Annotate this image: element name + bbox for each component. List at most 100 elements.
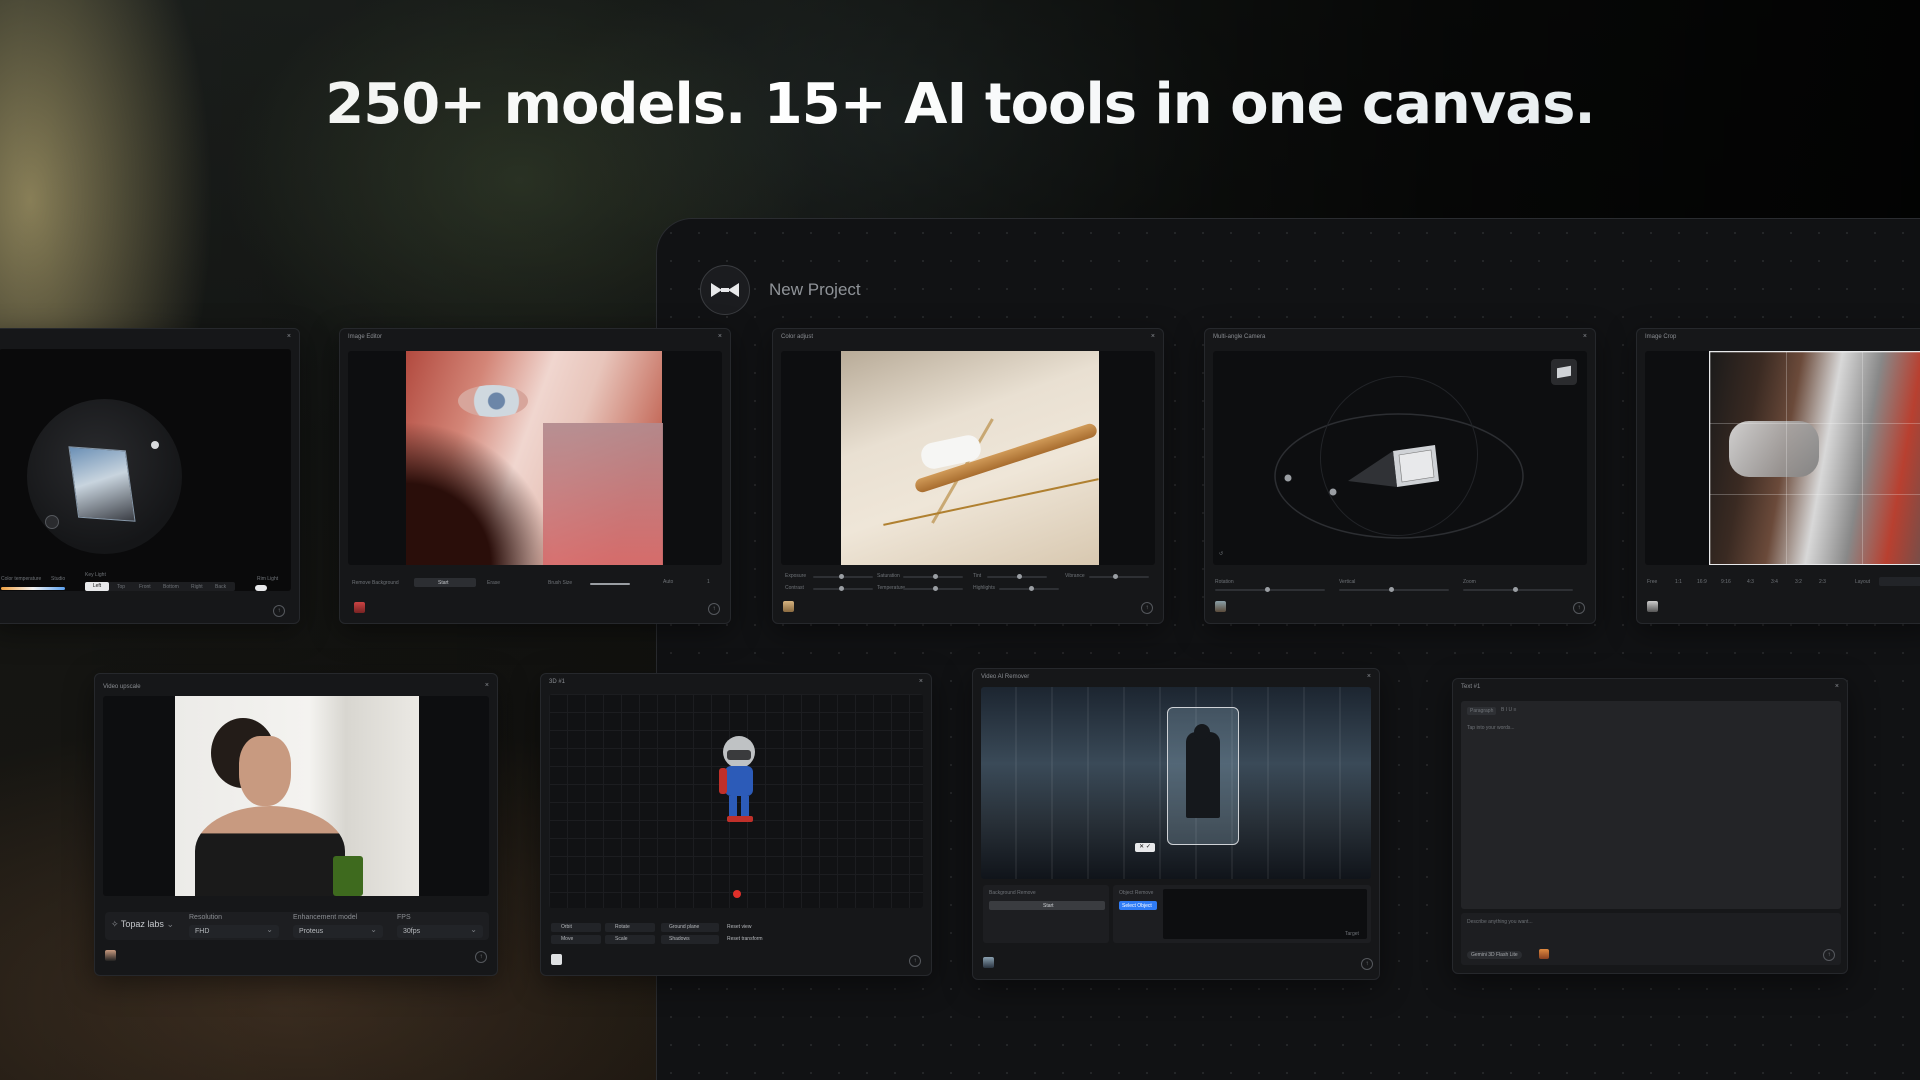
image-editor-stage[interactable]: [348, 351, 722, 565]
prompt-area[interactable]: Describe anything you want... Gemini 3D …: [1461, 913, 1841, 965]
image-editor-card[interactable]: Image Editor × Remove Background Start E…: [339, 328, 731, 624]
start-button[interactable]: Start: [989, 901, 1105, 910]
tab-right[interactable]: Right: [191, 584, 203, 590]
text-card[interactable]: Text #1 × Paragraph B I U ≡ Tap into you…: [1452, 678, 1848, 974]
selection-actions[interactable]: ✕ ✓: [1135, 843, 1155, 852]
reference-thumbnail[interactable]: [105, 950, 116, 961]
move-control[interactable]: Move: [551, 935, 601, 944]
close-icon[interactable]: ×: [718, 333, 722, 340]
rotation-slider[interactable]: [1215, 587, 1325, 592]
generate-icon[interactable]: ↑: [1141, 602, 1153, 614]
generate-icon[interactable]: ↑: [1823, 949, 1835, 961]
color-temperature-slider[interactable]: [1, 587, 65, 590]
provider-select[interactable]: ✧ Topaz labs ⌄: [111, 919, 174, 930]
ground-plane-control[interactable]: Ground plane: [661, 923, 719, 932]
light-knob-bottom[interactable]: [45, 515, 59, 529]
reset-transform-button[interactable]: Reset transform: [727, 936, 763, 942]
video-upscale-card[interactable]: Video upscale × ✧ Topaz labs ⌄ Resolutio…: [94, 673, 498, 976]
generate-icon[interactable]: ↑: [1361, 958, 1373, 970]
multi-angle-stage[interactable]: ↺: [1213, 351, 1587, 565]
camera-preview-icon[interactable]: [1551, 359, 1577, 385]
project-name[interactable]: New Project: [769, 280, 861, 300]
rim-light-toggle[interactable]: [255, 585, 267, 591]
light-direction-tabs[interactable]: Left Top Front Bottom Right Back: [85, 582, 235, 591]
reference-thumbnail[interactable]: [1215, 601, 1226, 612]
ratio-1-1[interactable]: 1:1: [1675, 579, 1682, 585]
video-upscale-stage[interactable]: [103, 696, 489, 896]
generate-icon[interactable]: ↑: [708, 603, 720, 615]
ratio-2-3[interactable]: 2:3: [1819, 579, 1826, 585]
scale-control[interactable]: Scale: [605, 935, 655, 944]
format-select[interactable]: Paragraph: [1467, 707, 1497, 715]
reference-thumbnail[interactable]: [1539, 949, 1549, 959]
color-adjust-card[interactable]: Color adjust × Exposure Saturation Tint …: [772, 328, 1164, 624]
prompt-placeholder[interactable]: Describe anything you want...: [1467, 919, 1533, 925]
orbit-control[interactable]: Orbit: [551, 923, 601, 932]
ratio-free[interactable]: Free: [1647, 579, 1657, 585]
highlights-slider[interactable]: [999, 586, 1059, 591]
tab-left[interactable]: Left: [85, 582, 109, 591]
resolution-select[interactable]: FHD: [189, 925, 279, 938]
3d-card[interactable]: 3D #1 × Orbit Rotate Ground plane Reset …: [540, 673, 932, 976]
ratio-16-9[interactable]: 16:9: [1697, 579, 1707, 585]
ratio-3-2[interactable]: 3:2: [1795, 579, 1802, 585]
reset-view-button[interactable]: Reset view: [727, 924, 751, 930]
brush-size-slider[interactable]: [590, 583, 630, 585]
close-icon[interactable]: ×: [1835, 683, 1839, 690]
select-object-button[interactable]: Select Object: [1119, 901, 1157, 910]
enhancement-select[interactable]: Proteus: [293, 925, 383, 938]
mask-selection[interactable]: [543, 423, 663, 565]
saturation-slider[interactable]: [903, 574, 963, 579]
model-select[interactable]: Gemini 3D Flash Lite: [1467, 951, 1522, 959]
auto-label[interactable]: Auto: [663, 579, 673, 585]
tab-back[interactable]: Back: [215, 584, 226, 590]
generate-icon[interactable]: ↑: [475, 951, 487, 963]
tab-bottom[interactable]: Bottom: [163, 584, 179, 590]
ratio-4-3[interactable]: 4:3: [1747, 579, 1754, 585]
close-icon[interactable]: ×: [1583, 333, 1587, 340]
text-editor[interactable]: Paragraph B I U ≡ Tap into your words...: [1461, 701, 1841, 909]
generate-icon[interactable]: ↑: [1573, 602, 1585, 614]
reference-thumbnail[interactable]: [1647, 601, 1658, 612]
bowtie-logo-icon[interactable]: [700, 265, 750, 315]
light-camera-card[interactable]: × Color temperature Studio Key Light Rim…: [0, 328, 300, 624]
close-icon[interactable]: ×: [1367, 673, 1371, 680]
image-crop-card[interactable]: Image Crop Free 1:1 16:9 9:16 4:3 3:4 3:…: [1636, 328, 1920, 624]
vibrance-slider[interactable]: [1089, 574, 1149, 579]
format-toolbar[interactable]: B I U ≡: [1501, 707, 1516, 713]
text-placeholder[interactable]: Tap into your words...: [1467, 725, 1515, 731]
reference-thumbnail[interactable]: [551, 954, 562, 965]
tint-slider[interactable]: [987, 574, 1047, 579]
reference-thumbnail[interactable]: [354, 602, 365, 613]
ratio-3-4[interactable]: 3:4: [1771, 579, 1778, 585]
close-icon[interactable]: ×: [287, 333, 291, 340]
close-icon[interactable]: ×: [1151, 333, 1155, 340]
rotate-control[interactable]: Rotate: [605, 923, 655, 932]
generate-icon[interactable]: ↑: [273, 605, 285, 617]
image-crop-stage[interactable]: [1645, 351, 1920, 565]
video-remover-stage[interactable]: ✕ ✓: [981, 687, 1371, 879]
record-icon[interactable]: [733, 890, 741, 898]
tab-front[interactable]: Front: [139, 584, 151, 590]
ratio-9-16[interactable]: 9:16: [1721, 579, 1731, 585]
zoom-slider[interactable]: [1463, 587, 1573, 592]
reset-icon[interactable]: ↺: [1219, 551, 1223, 557]
reference-thumbnail[interactable]: [983, 957, 994, 968]
remove-background-toggle[interactable]: Remove Background: [352, 579, 414, 588]
selection-box[interactable]: [1167, 707, 1239, 845]
close-icon[interactable]: ×: [919, 678, 923, 685]
generate-icon[interactable]: ↑: [909, 955, 921, 967]
tab-top[interactable]: Top: [117, 584, 125, 590]
light-stage[interactable]: [0, 349, 291, 591]
layout-select[interactable]: [1879, 577, 1920, 586]
light-knob-top[interactable]: [151, 441, 159, 449]
3d-viewport[interactable]: [549, 694, 923, 908]
erase-label[interactable]: Erase: [487, 580, 500, 586]
count-value[interactable]: 1: [707, 579, 710, 585]
fps-select[interactable]: 30fps: [397, 925, 483, 938]
crop-ratio-row[interactable]: Free 1:1 16:9 9:16 4:3 3:4 3:2 2:3 Layou…: [1647, 573, 1920, 589]
multi-angle-camera-card[interactable]: Multi-angle Camera × ↺ Rotation Vertical…: [1204, 328, 1596, 624]
temperature-slider[interactable]: [903, 586, 963, 591]
video-remover-card[interactable]: Video AI Remover × ✕ ✓ Background Remove…: [972, 668, 1380, 980]
vertical-slider[interactable]: [1339, 587, 1449, 592]
